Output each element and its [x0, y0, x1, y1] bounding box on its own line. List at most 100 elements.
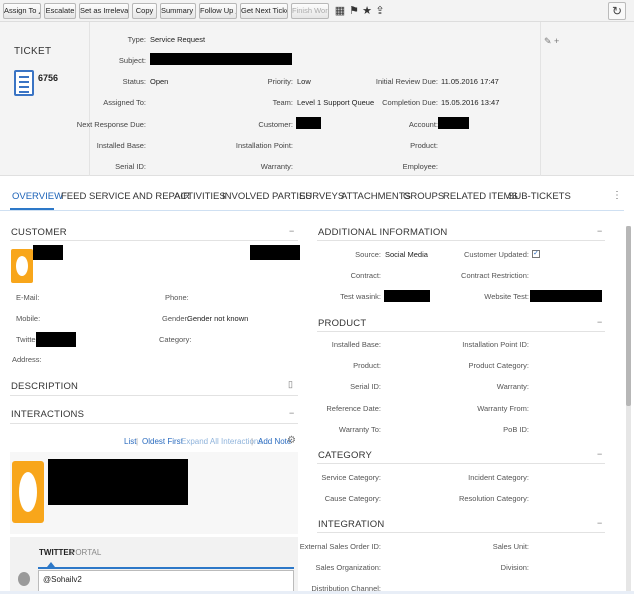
assigned-to-label: Assigned To: — [103, 98, 146, 107]
ticket-label: TICKET — [14, 46, 52, 57]
category-label: Category: — [159, 335, 192, 344]
installed-base-label: Installed Base: — [331, 340, 381, 349]
list-view-link[interactable]: List — [124, 437, 136, 446]
employee-label: Employee: — [402, 162, 438, 171]
flag-icon[interactable]: ⚑ — [348, 4, 360, 18]
collapse-icon[interactable]: − — [289, 408, 294, 418]
section-divider — [10, 395, 298, 396]
section-divider — [10, 240, 298, 241]
gender-value: Gender not known — [187, 314, 249, 323]
collapse-icon[interactable]: − — [597, 226, 602, 236]
summary-label: Summary — [161, 6, 194, 15]
installed-base-label: Installed Base: — [96, 141, 146, 150]
mobile-label: Mobile: — [16, 314, 41, 323]
tab-attachments[interactable]: ATTACHMENTS — [341, 191, 411, 202]
type-value: Service Request — [150, 35, 206, 44]
contract-restriction-label: Contract Restriction: — [461, 271, 529, 280]
product-label: Product: — [353, 361, 381, 370]
get-next-ticket-button[interactable]: Get Next Ticket — [240, 3, 288, 19]
contract-label: Contract: — [350, 271, 381, 280]
ticket-number: 6756 — [38, 73, 59, 83]
summary-button[interactable]: Summary◢ — [160, 3, 196, 19]
account-redacted — [438, 117, 469, 129]
completion-label: Completion Due: — [382, 98, 438, 107]
scrollbar-thumb[interactable] — [626, 226, 631, 406]
ticket-icon — [14, 70, 34, 96]
escalate-button[interactable]: Escalate — [44, 3, 76, 19]
website-test-label: Website Test: — [484, 292, 529, 301]
toolbar: Assign To◢ Escalate Set as Irrelevant Co… — [0, 0, 634, 22]
status-value: Open — [150, 77, 169, 86]
reply-input[interactable]: @Sohailv2 — [38, 570, 294, 592]
assign-to-button[interactable]: Assign To◢ — [3, 3, 41, 19]
separator: | — [251, 437, 254, 446]
oldest-first-link[interactable]: Oldest First — [142, 437, 183, 446]
subject-label: Subject: — [118, 56, 146, 65]
warranty-from-label: Warranty From: — [477, 404, 529, 413]
serial-id-label: Serial ID: — [350, 382, 381, 391]
priority-label: Priority: — [267, 77, 293, 86]
pin-icon[interactable]: ✎ + — [544, 36, 559, 47]
collapse-icon[interactable]: − — [597, 449, 602, 459]
stack-icon[interactable]: ▦ — [334, 4, 346, 18]
customer-updated-label: Customer Updated: — [463, 250, 529, 259]
tab-surveys[interactable]: SURVEYS — [299, 191, 344, 202]
gender-label: Gender: — [162, 314, 190, 323]
ticket-side-panel: ✎ + — [540, 22, 634, 176]
customer-updated-checkbox[interactable]: ✓ — [532, 250, 540, 258]
section-divider — [317, 240, 605, 241]
interaction-avatar — [12, 461, 44, 523]
initial-review-value: 11.05.2016 17:47 — [441, 77, 499, 86]
service-category-label: Service Category: — [321, 473, 381, 482]
address-label: Address: — [12, 355, 42, 364]
test-wasink-label: Test wasink: — [340, 292, 381, 301]
warranty-label: Warranty: — [496, 382, 529, 391]
tab-feed[interactable]: FEED — [61, 191, 86, 202]
email-label: E-Mail: — [16, 293, 40, 302]
customer-avatar — [11, 249, 33, 283]
pob-id-label: PoB ID: — [503, 425, 529, 434]
edit-icon[interactable]: ▯ — [288, 379, 293, 390]
twitter-redacted — [36, 332, 76, 347]
tab-overflow-icon[interactable]: ⋮ — [612, 190, 622, 201]
tab-bar: OVERVIEW FEED SERVICE AND REPAIR ACTIVIT… — [0, 186, 634, 210]
external-sales-order-label: External Sales Order ID: — [299, 542, 381, 551]
collapse-icon[interactable]: − — [597, 317, 602, 327]
tab-portal-reply[interactable]: PORTAL — [70, 548, 101, 557]
star-icon[interactable]: ★ — [361, 4, 373, 18]
source-label: Source: — [355, 250, 381, 259]
finish-work-button[interactable]: Finish Work — [291, 3, 329, 19]
warranty-label: Warranty: — [260, 162, 293, 171]
tab-sub-tickets[interactable]: SUB-TICKETS — [508, 191, 571, 202]
account-label: Account: — [408, 120, 438, 129]
integration-section-title: INTEGRATION — [318, 519, 385, 530]
tabs-divider — [0, 210, 624, 211]
tab-groups[interactable]: GROUPS — [403, 191, 444, 202]
tab-overview[interactable]: OVERVIEW — [12, 191, 63, 202]
cause-category-label: Cause Category: — [324, 494, 381, 503]
incident-category-label: Incident Category: — [468, 473, 529, 482]
source-value: Social Media — [385, 250, 428, 259]
collapse-icon[interactable]: − — [289, 226, 294, 236]
share-icon[interactable]: ⇪ — [374, 4, 386, 18]
warranty-to-label: Warranty To: — [338, 425, 381, 434]
agent-avatar — [18, 572, 30, 586]
follow-up-label: Follow Up — [200, 6, 234, 15]
installation-point-id-label: Installation Point ID: — [462, 340, 529, 349]
customer-section-title: CUSTOMER — [11, 227, 67, 238]
refresh-button[interactable]: ↻ — [608, 2, 626, 20]
sales-organization-label: Sales Organization: — [315, 563, 381, 572]
copy-button[interactable]: Copy — [132, 3, 157, 19]
tab-activities[interactable]: ACTIVITIES — [174, 191, 226, 202]
settings-gear-icon[interactable]: ⚙ — [287, 435, 296, 446]
completion-value: 15.05.2016 13:47 — [441, 98, 500, 107]
status-label: Status: — [122, 77, 146, 86]
customer-label: Customer: — [258, 120, 293, 129]
collapse-icon[interactable]: − — [597, 518, 602, 528]
tab-related-items[interactable]: RELATED ITEMS — [443, 191, 518, 202]
test-wasink-redacted — [384, 290, 430, 302]
ticket-summary-panel: TICKET 6756 — [0, 22, 90, 176]
set-irrelevant-button[interactable]: Set as Irrelevant — [79, 3, 129, 19]
follow-up-button[interactable]: Follow Up◢ — [199, 3, 237, 19]
separator: | — [136, 437, 139, 446]
